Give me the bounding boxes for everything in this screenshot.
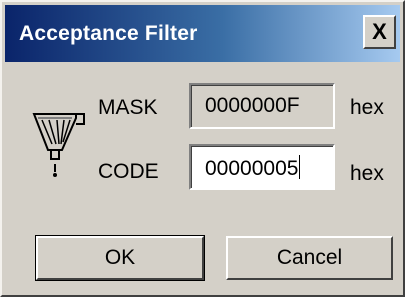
title-bar[interactable]: Acceptance Filter X (5, 5, 400, 62)
funnel-filter-icon (32, 113, 85, 177)
close-icon: X (372, 19, 387, 44)
mask-unit-label: hex (350, 96, 384, 119)
acceptance-filter-dialog: Acceptance Filter X MASK 0000000F hex CO… (0, 0, 405, 297)
window-title: Acceptance Filter (19, 21, 198, 45)
code-unit-label: hex (350, 162, 384, 185)
ok-button[interactable]: OK (35, 235, 205, 281)
text-caret (299, 155, 301, 179)
mask-value: 0000000F (205, 94, 300, 117)
mask-label: MASK (98, 96, 158, 119)
code-field[interactable]: 00000005 (189, 144, 335, 190)
code-label: CODE (98, 160, 159, 183)
cancel-button[interactable]: Cancel (226, 236, 393, 280)
mask-field[interactable]: 0000000F (189, 83, 335, 129)
code-value: 00000005 (205, 157, 299, 180)
close-button[interactable]: X (363, 15, 396, 49)
